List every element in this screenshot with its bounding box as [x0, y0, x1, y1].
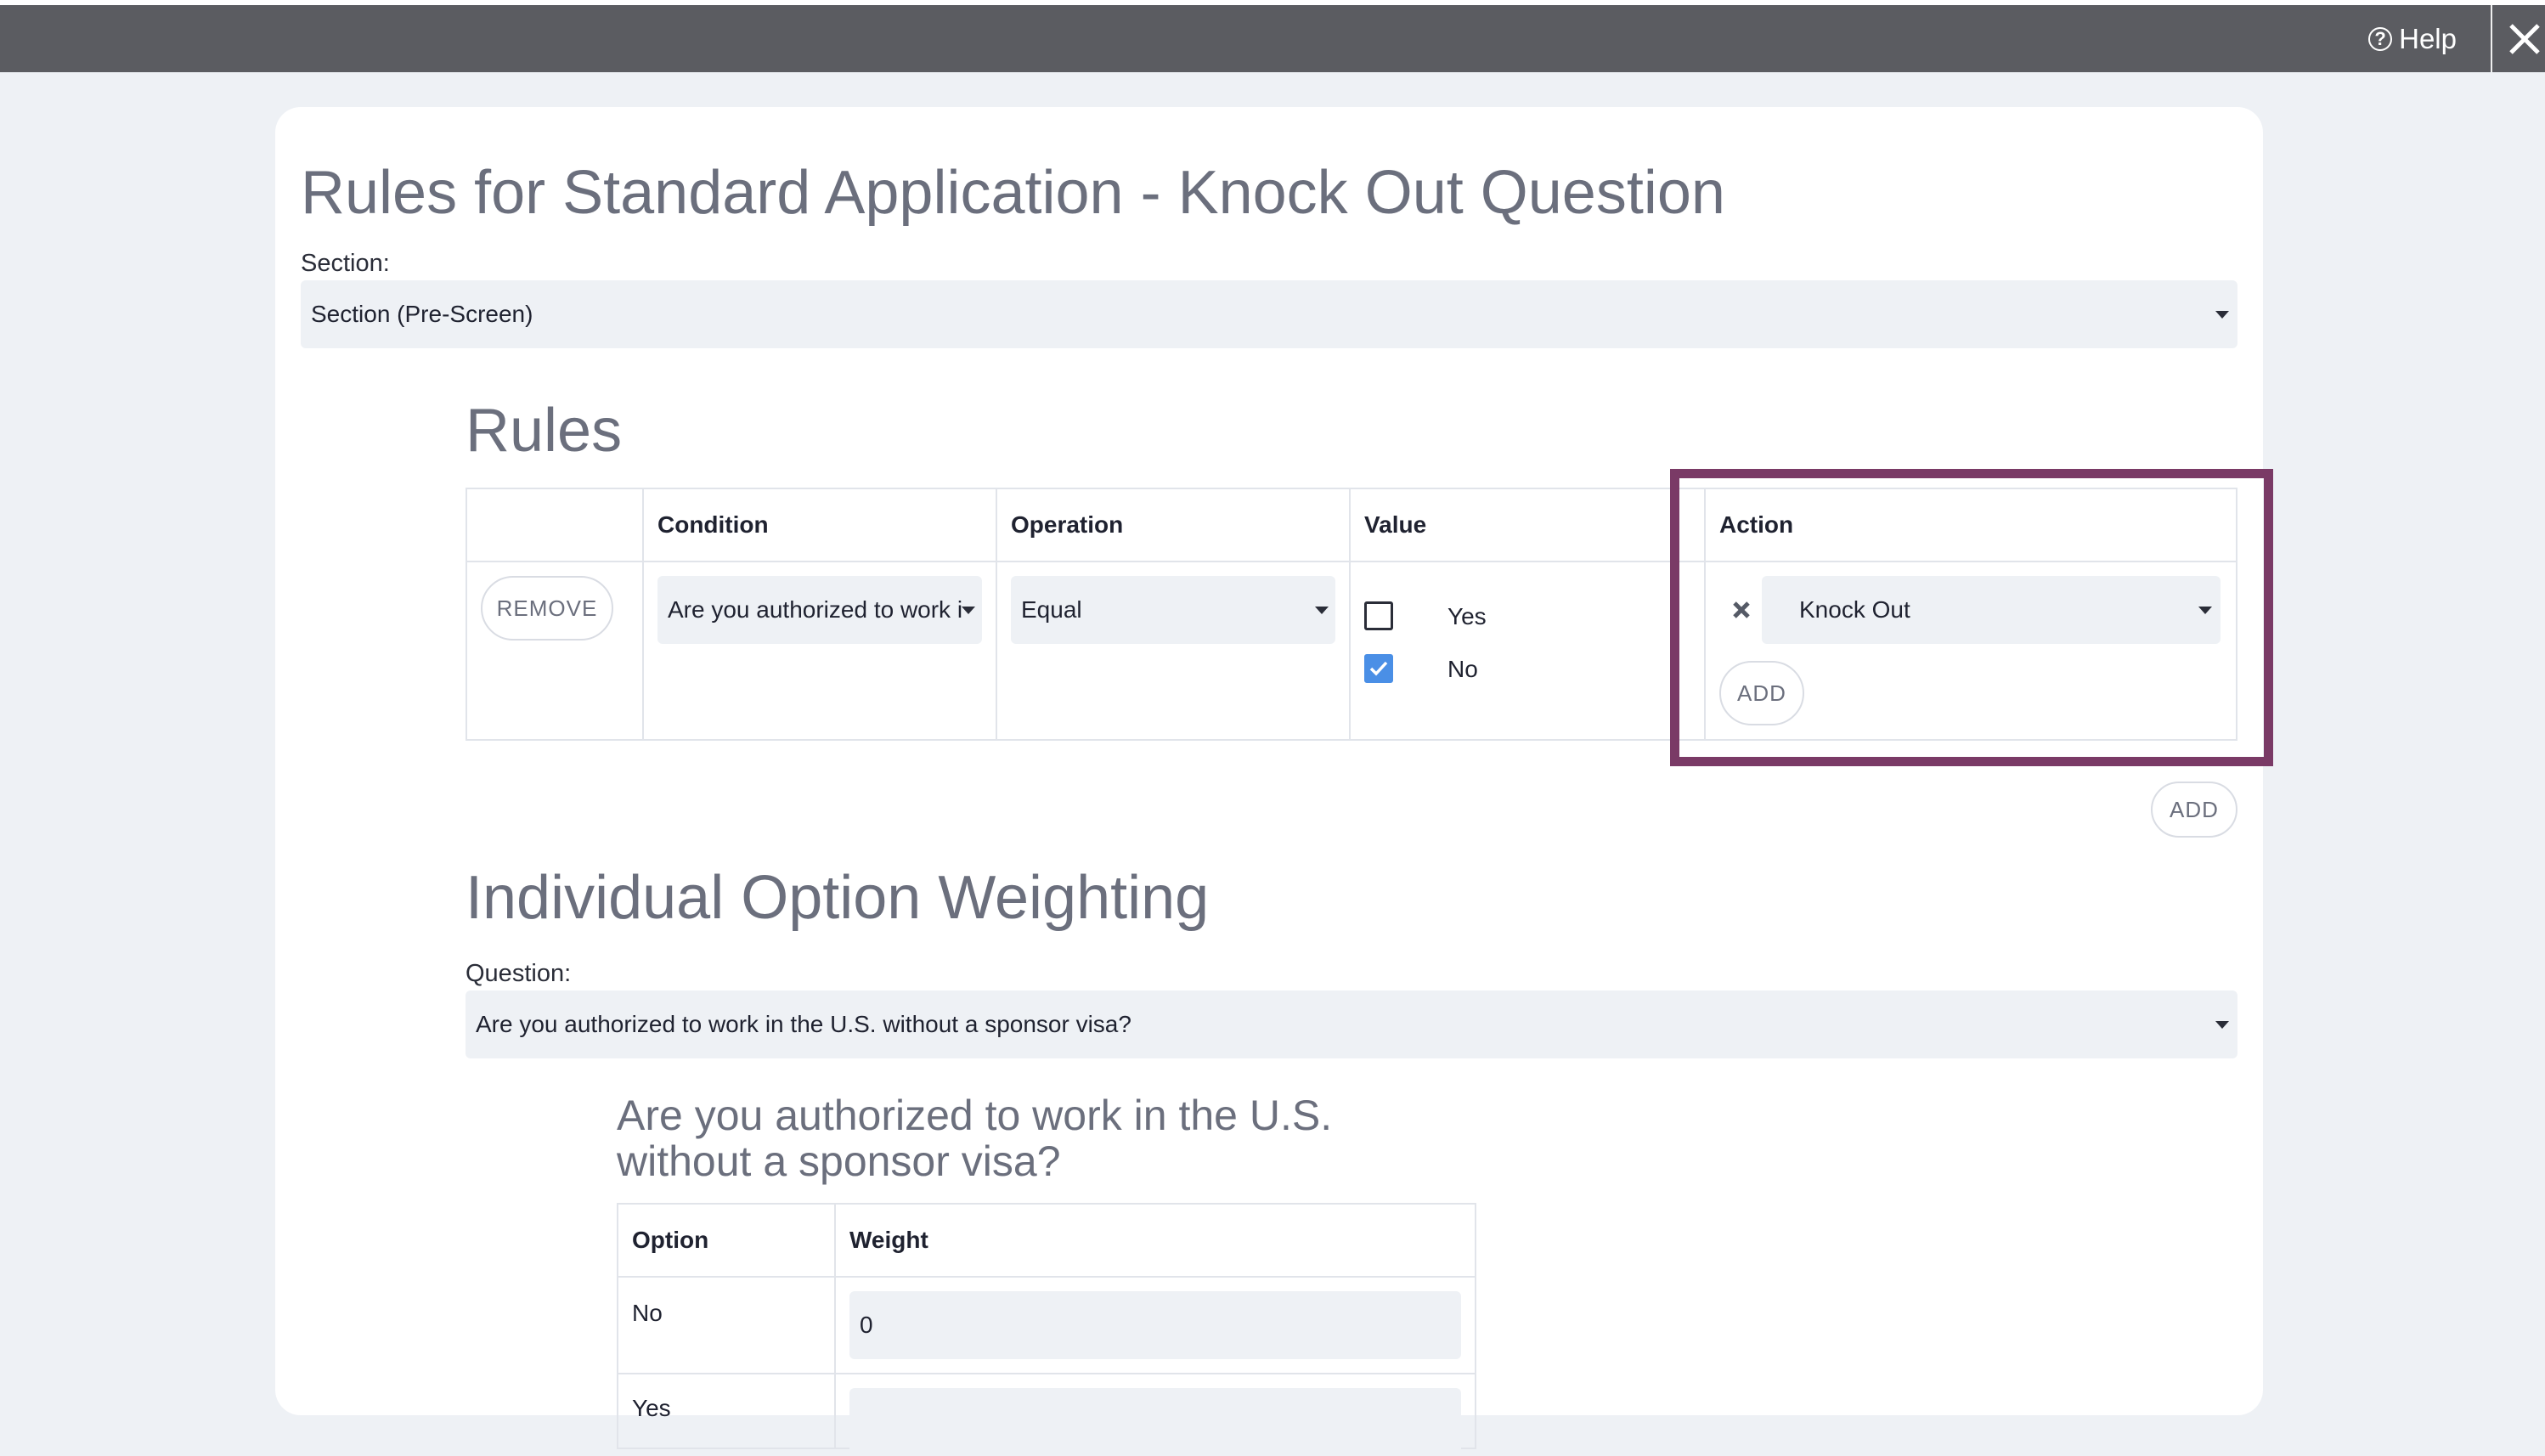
- value-no-checkbox[interactable]: [1364, 654, 1393, 683]
- question-select-value: Are you authorized to work in the U.S. w…: [476, 1011, 1131, 1037]
- operation-select[interactable]: Equal: [1011, 576, 1335, 644]
- option-cell: Yes: [632, 1395, 671, 1421]
- help-label: Help: [2399, 22, 2457, 54]
- value-yes-label: Yes: [1447, 603, 1487, 629]
- chevron-down-icon: [1315, 607, 1329, 614]
- topbar-divider: [2491, 5, 2492, 72]
- question-label: Question:: [466, 960, 572, 987]
- weighting-heading: Individual Option Weighting: [466, 864, 1210, 932]
- question-circle-icon: ?: [2368, 26, 2393, 51]
- weight-input[interactable]: 0: [849, 1291, 1461, 1359]
- close-icon: [2509, 24, 2540, 54]
- question-title-line1: Are you authorized to work in the U.S.: [617, 1092, 1333, 1139]
- question-title: Are you authorized to work in the U.S. w…: [617, 1092, 1332, 1184]
- rules-col-divider: [1349, 488, 1351, 741]
- value-yes-checkbox[interactable]: [1364, 601, 1393, 630]
- weight-input[interactable]: [849, 1388, 1461, 1456]
- operation-select-value: Equal: [1021, 596, 1082, 623]
- checkmark-icon: [1369, 661, 1388, 676]
- chevron-down-icon: [962, 607, 975, 614]
- rules-heading: Rules: [466, 397, 623, 465]
- chevron-down-icon: [2215, 1021, 2229, 1029]
- col-header-option: Option: [632, 1227, 709, 1253]
- question-title-line2: without a sponsor visa?: [617, 1137, 1061, 1185]
- section-select-value: Section (Pre-Screen): [311, 301, 533, 327]
- remove-rule-button[interactable]: REMOVE: [481, 576, 613, 641]
- question-select[interactable]: Are you authorized to work in the U.S. w…: [466, 990, 2237, 1058]
- help-button[interactable]: ? Help: [2368, 5, 2457, 72]
- condition-select-value: Are you authorized to work in the U.S. w…: [668, 596, 963, 623]
- section-label: Section:: [301, 250, 390, 277]
- rules-col-divider: [996, 488, 997, 741]
- top-bar: [0, 5, 2545, 72]
- option-cell: No: [632, 1300, 663, 1326]
- weight-col-divider: [834, 1203, 836, 1449]
- rules-col-divider: [642, 488, 644, 741]
- condition-select[interactable]: Are you authorized to work in the U.S. w…: [657, 576, 982, 644]
- col-header-condition: Condition: [657, 511, 769, 538]
- weight-table-header-line: [617, 1276, 1476, 1278]
- action-highlight-frame: [1670, 469, 2273, 766]
- col-header-value: Value: [1364, 511, 1427, 538]
- value-no-label: No: [1447, 656, 1478, 682]
- page-title: Rules for Standard Application - Knock O…: [301, 159, 1725, 227]
- chevron-down-icon: [2215, 311, 2229, 319]
- weight-table-row-line: [617, 1373, 1476, 1374]
- main-card: Rules for Standard Application - Knock O…: [275, 107, 2273, 1456]
- col-header-operation: Operation: [1011, 511, 1124, 538]
- col-header-weight: Weight: [849, 1227, 928, 1253]
- section-select[interactable]: Section (Pre-Screen): [301, 280, 2237, 348]
- close-button[interactable]: [2504, 17, 2545, 61]
- add-rule-button[interactable]: ADD: [2151, 782, 2237, 838]
- weight-input-value: 0: [860, 1312, 873, 1338]
